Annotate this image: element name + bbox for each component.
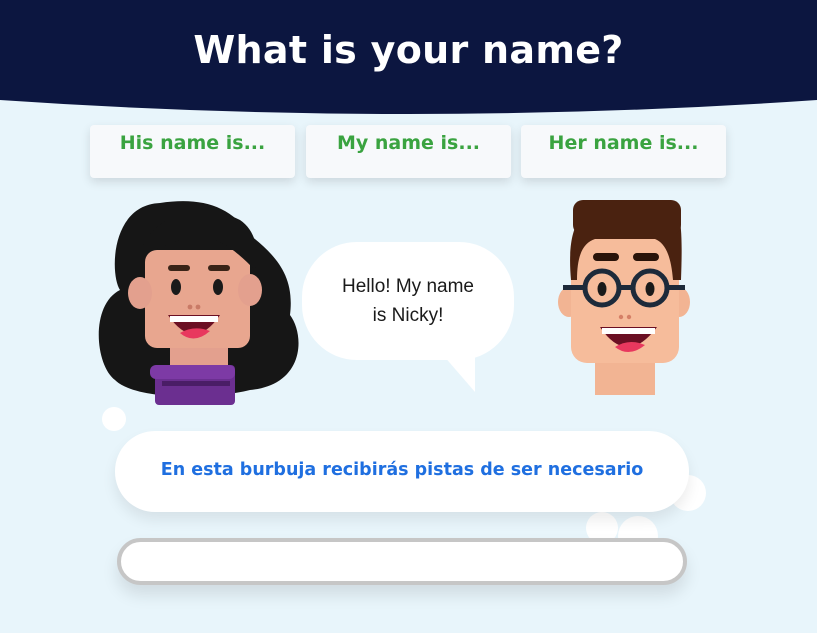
option-my-name-button[interactable]: My name is...: [306, 125, 511, 178]
page-title: What is your name?: [193, 28, 624, 72]
thought-dot: [102, 407, 126, 431]
speech-line-2: is Nicky!: [372, 305, 444, 326]
girl-avatar-icon: [90, 195, 305, 415]
speech-line-1: Hello! My name: [342, 276, 474, 297]
hint-text: En esta burbuja recibirás pistas de ser …: [160, 460, 644, 480]
option-her-name-button[interactable]: Her name is...: [521, 125, 726, 178]
boy-avatar-icon: [555, 195, 695, 400]
answer-input[interactable]: [117, 538, 687, 585]
page-header: What is your name?: [0, 0, 817, 120]
option-his-name-button[interactable]: His name is...: [90, 125, 295, 178]
speech-text: Hello! My name is Nicky!: [302, 272, 514, 330]
speech-bubble-tail: [430, 340, 475, 392]
